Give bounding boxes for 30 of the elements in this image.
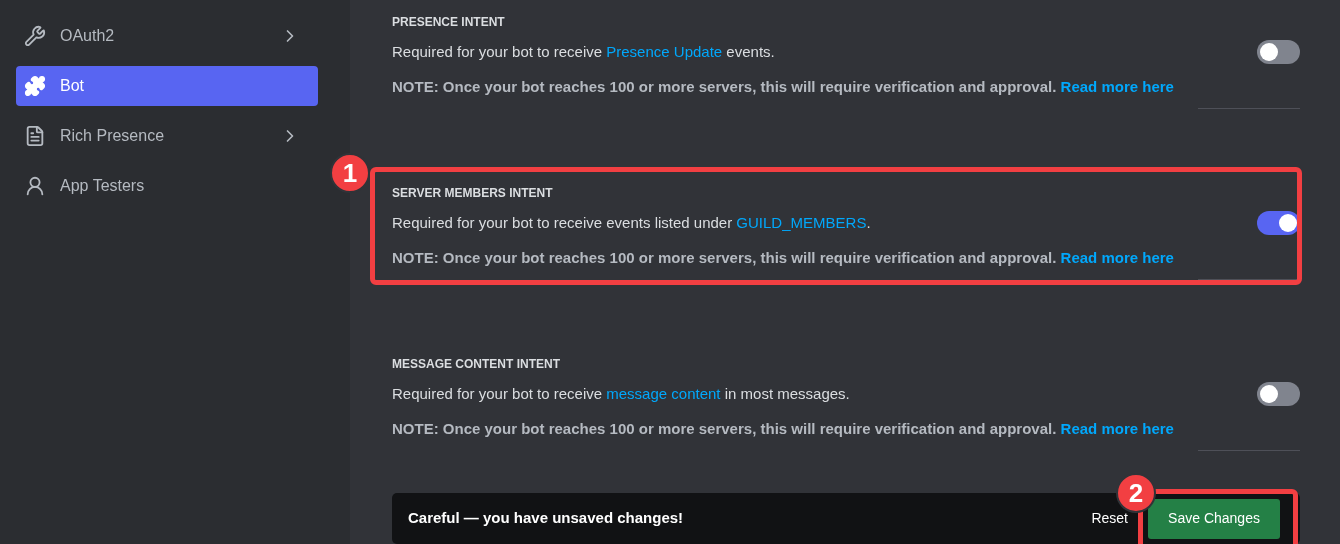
toggle-switch[interactable]: [1257, 40, 1300, 64]
description-link[interactable]: GUILD_MEMBERS: [736, 214, 867, 231]
annotation-number: 2: [1116, 473, 1156, 513]
description: Required for your bot to receive message content in most messages.: [392, 386, 850, 402]
sidebar-item[interactable]: Bot: [16, 66, 318, 106]
sidebar-item[interactable]: OAuth2: [16, 16, 318, 56]
puzzle-icon: [24, 75, 46, 97]
toggle-switch[interactable]: [1257, 211, 1300, 235]
unsaved-message: Careful — you have unsaved changes!: [408, 508, 685, 529]
save-changes-button[interactable]: Save Changes: [1148, 498, 1280, 539]
note: NOTE: Once your bot reaches 100 or more servers, this will require verification and approval. Read more here: [392, 250, 1175, 266]
read-more-link[interactable]: Read more here: [1060, 249, 1174, 266]
description-link[interactable]: Presence Update: [606, 43, 723, 60]
annotation-number: 1: [330, 153, 370, 193]
description: Required for your bot to receive events listed under GUILD_MEMBERS.: [392, 215, 871, 231]
read-more-link[interactable]: Read more here: [1060, 420, 1174, 437]
note: NOTE: Once your bot reaches 100 or more servers, this will require verification and approval. Read more here: [392, 79, 1175, 95]
description: Required for your bot to receive Presence Update events.: [392, 44, 775, 60]
toggle-switch[interactable]: [1257, 382, 1300, 406]
section-title: SERVER MEMBERS INTENT: [392, 185, 554, 201]
wrench-icon: [24, 25, 46, 47]
sidebar-item[interactable]: App Testers: [16, 166, 318, 206]
description-link[interactable]: message content: [606, 385, 721, 402]
section-title: PRESENCE INTENT: [392, 14, 506, 30]
section-title: MESSAGE CONTENT INTENT: [392, 356, 561, 372]
person-icon: [24, 175, 46, 197]
document-icon: [24, 125, 46, 147]
note: NOTE: Once your bot reaches 100 or more servers, this will require verification and approval. Read more here: [392, 421, 1175, 437]
read-more-link[interactable]: Read more here: [1060, 78, 1174, 95]
sidebar-item[interactable]: Rich Presence: [16, 116, 318, 156]
